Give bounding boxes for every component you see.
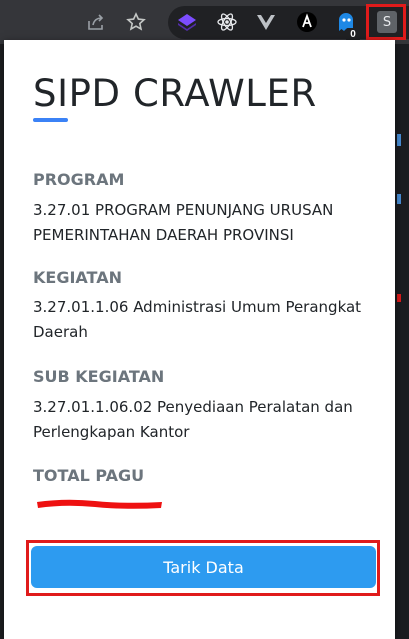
extension-popup: SIPD CRAWLER PROGRAM 3.27.01 PROGRAM PEN…: [4, 40, 395, 639]
star-icon[interactable]: [122, 8, 150, 36]
total-pagu-label: TOTAL PAGU: [33, 466, 145, 485]
angular-devtools-icon[interactable]: [293, 8, 321, 36]
vue-devtools-icon[interactable]: [252, 8, 280, 36]
browser-toolbar: 0 S: [0, 0, 409, 44]
sub-kegiatan-label: SUB KEGIATAN: [33, 367, 165, 386]
kegiatan-label: KEGIATAN: [33, 268, 122, 287]
react-devtools-icon[interactable]: [213, 8, 241, 36]
title-underline: [33, 118, 68, 122]
layers-extension-icon[interactable]: [173, 8, 201, 36]
kegiatan-value: 3.27.01.1.06 Administrasi Umum Perangkat…: [33, 298, 362, 341]
program-value: 3.27.01 PROGRAM PENUNJANG URUSAN PEMERIN…: [33, 201, 334, 244]
sipd-extension-icon[interactable]: S: [377, 11, 397, 33]
tarik-data-button[interactable]: Tarik Data: [31, 546, 376, 588]
sub-kegiatan-value: 3.27.01.1.06.02 Penyediaan Peralatan dan…: [33, 398, 353, 441]
background-marker: [397, 294, 401, 302]
program-label: PROGRAM: [33, 170, 125, 189]
share-icon[interactable]: [82, 8, 110, 36]
background-page-right: [395, 44, 409, 639]
background-marker: [397, 134, 401, 146]
popup-title: SIPD CRAWLER: [33, 72, 317, 115]
background-marker: [397, 194, 401, 204]
total-pagu-redaction: [37, 499, 162, 509]
